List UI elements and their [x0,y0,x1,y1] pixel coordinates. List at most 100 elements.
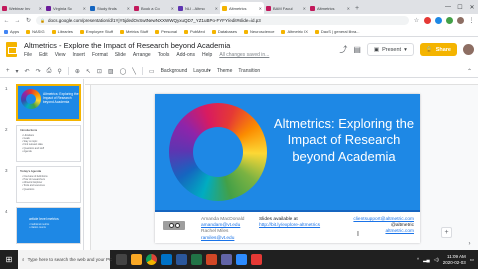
slide-title[interactable]: Altmetrics: Exploring the Impact of Rese… [273,116,415,165]
bookmark-item[interactable]: Metrics Stuff [119,29,148,34]
slide-thumbnail[interactable]: Introductions • Librarians • Goals • Sta… [16,125,81,162]
browser-tab[interactable]: BAM Facul ✕ [264,2,308,14]
menu-arrange[interactable]: Arrange [133,52,151,58]
bookmark-item[interactable]: Apps [4,29,19,34]
outlook-icon[interactable] [161,254,172,265]
save-status[interactable]: All changes saved in... [219,52,269,58]
teams-icon[interactable] [221,254,232,265]
print-icon[interactable]: ⎙ [47,68,52,75]
browser-tab[interactable]: Study finds ✕ [88,2,132,14]
paint-format-icon[interactable]: ⚲ [57,68,61,75]
reload-icon[interactable]: ↻ [25,17,32,24]
app-icon[interactable] [251,254,262,265]
minimize-button[interactable]: — [442,0,454,14]
menu-tools[interactable]: Tools [158,52,170,58]
activity-icon[interactable]: ⤴ [339,44,347,55]
menu-slide[interactable]: Slide [115,52,126,58]
bookmark-item[interactable]: Libraries [51,29,73,34]
comments-icon[interactable]: ▤ [353,45,361,54]
theme-button[interactable]: Theme [217,68,233,74]
undo-icon[interactable]: ↶ [25,68,30,75]
close-window-button[interactable]: ✕ [466,0,478,14]
browser-tab[interactable]: Book a Co ✕ [132,2,176,14]
bookmark-item[interactable]: Neuroscience [243,29,274,34]
altmetric-contact[interactable]: clientsupport@altmetric.com @altmetric a… [353,217,414,236]
text-box-icon[interactable]: ⊡ [97,68,102,75]
extension-icon[interactable] [424,17,431,24]
menu-edit[interactable]: Edit [39,52,48,58]
shape-icon[interactable]: ◯ [120,68,127,75]
zoom-app-icon[interactable] [236,254,247,265]
zoom-icon[interactable]: ⊕ [75,68,80,75]
chevron-right-icon[interactable]: › [465,239,474,248]
profile-icon[interactable] [457,17,464,24]
bookmark-item[interactable]: Personal [155,29,177,34]
close-icon[interactable]: ✕ [171,6,174,11]
bookmark-item[interactable]: Altmetric IX [281,29,308,34]
menu-insert[interactable]: Insert [72,52,85,58]
layout-button[interactable]: Layout▾ [193,68,211,74]
back-icon[interactable]: ← [3,18,10,24]
explore-button[interactable]: + [441,227,452,238]
excel-icon[interactable] [191,254,202,265]
star-icon[interactable]: ☆ [413,17,420,24]
volume-icon[interactable]: ◁) [434,257,439,263]
line-icon[interactable]: ╲ [132,68,136,75]
bookmark-item[interactable]: Databases [211,29,237,34]
image-icon[interactable]: ▨ [108,68,114,75]
new-tab-button[interactable]: + [352,2,362,14]
powerpoint-icon[interactable] [206,254,217,265]
author-email[interactable]: ramiles@vt.edu [201,236,244,242]
slides-available[interactable]: Slides available at http://bit.ly/explor… [259,217,320,229]
browser-tab[interactable]: Virginia Sc ✕ [44,2,88,14]
avatar[interactable] [463,44,474,55]
maximize-button[interactable]: ☐ [454,0,466,14]
menu-addons[interactable]: Add-ons [176,52,195,58]
redo-icon[interactable]: ↷ [36,68,41,75]
close-icon[interactable]: ✕ [215,6,218,11]
background-button[interactable]: Background [161,68,188,74]
transition-button[interactable]: Transition [238,68,260,74]
slide-authors[interactable]: Amanda MacDonald amandam@vt.edu Rachel M… [201,217,244,242]
extension-icon[interactable] [446,17,453,24]
close-icon[interactable]: ✕ [347,6,350,11]
taskbar-search-input[interactable]: ⌕ Type here to search the web and your P… [18,250,112,269]
chevron-down-icon[interactable]: ▾ [16,68,19,75]
network-icon[interactable]: ▂▄ [423,257,430,263]
menu-view[interactable]: View [55,52,66,58]
menu-help[interactable]: Help [202,52,212,58]
forward-icon[interactable]: → [14,18,21,24]
slide-thumbnail[interactable]: Altmetrics: Exploring the Impact of Rese… [16,84,81,121]
word-icon[interactable] [176,254,187,265]
comment-icon[interactable]: ▭ [149,68,155,75]
bookmark-item[interactable]: PubMed [183,29,205,34]
slide-canvas[interactable]: Altmetrics: Exploring the Impact of Rese… [155,94,420,243]
file-explorer-icon[interactable] [131,254,142,265]
menu-format[interactable]: Format [92,52,108,58]
task-view-icon[interactable] [116,254,127,265]
menu-file[interactable]: File [24,52,32,58]
bookmark-item[interactable]: Employee Stuff [79,29,113,34]
close-icon[interactable]: ✕ [303,6,306,11]
close-icon[interactable]: ✕ [39,6,42,11]
close-icon[interactable]: ✕ [83,6,86,11]
bookmark-item[interactable]: DaoS | general libra... [314,29,360,34]
url-input[interactable]: 🔒 docs.google.com/presentation/d/1YjY5jd… [36,16,409,25]
slides-link[interactable]: http://bit.ly/explore-altmetrics [259,223,320,229]
windows-start-icon[interactable]: ⊞ [0,250,18,269]
browser-tab[interactable]: Altmetrics ✕ [308,2,352,14]
menu-icon[interactable]: ⋮ [468,17,475,24]
select-icon[interactable]: ↖ [86,68,91,75]
extension-icon[interactable] [435,17,442,24]
browser-tab-active[interactable]: Altmetrics ✕ [220,2,264,14]
altmetric-donut-logo[interactable] [169,103,267,201]
close-icon[interactable]: ✕ [259,6,262,11]
slides-logo-icon[interactable] [6,42,17,57]
clock[interactable]: 11:09 AM 2020-02-03 [443,254,466,266]
document-title[interactable]: Altmetrics - Explore the Impact of Resea… [24,41,230,50]
present-button[interactable]: ▣ Present ▾ [366,43,414,56]
chevron-up-icon[interactable]: ^ [417,257,419,262]
chevron-up-icon[interactable]: ⌃ [467,68,472,75]
notifications-icon[interactable]: ▭ [470,257,474,263]
website-link[interactable]: altmetric.com [353,229,414,235]
